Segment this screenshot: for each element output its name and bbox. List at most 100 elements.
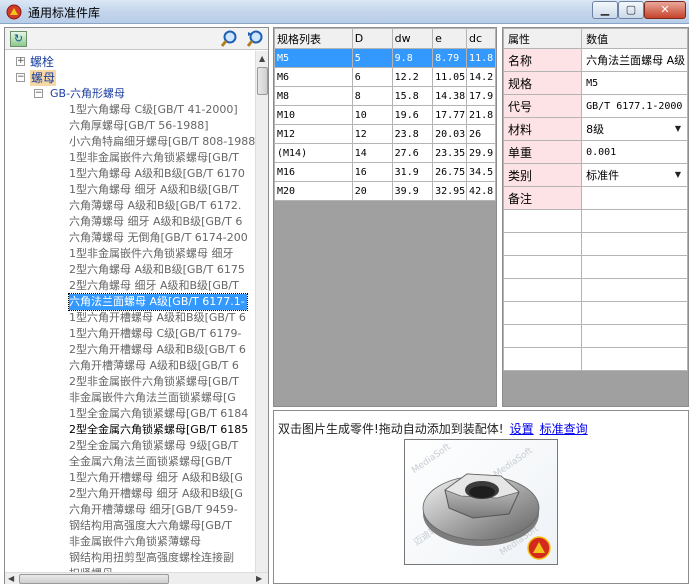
property-value[interactable]: 0.001 (581, 140, 688, 164)
spec-table: 规格列表 D dw e dc M5 5 9.8 8.79 11.8 M6 6 12.2 11.0… (274, 28, 496, 201)
property-value[interactable]: GB/T 6177.1-2000 (581, 94, 688, 118)
tree-leaf-item[interactable]: 钢结构用高强度大六角螺母[GB/T (5, 518, 255, 534)
property-row[interactable]: 材料 8级 ▼ (503, 117, 688, 141)
spec-row[interactable]: M5 5 9.8 8.79 11.8 (274, 48, 496, 68)
part-tree[interactable]: + 螺栓 − 螺母 − GB-六角形螺母 1型六角螺母 C级[GB/T 41-2… (5, 51, 255, 572)
preview-panel: 双击图片生成零件!拖动自动添加到装配体! 设置 标准查询 MediaSoft Med… (273, 410, 689, 584)
tree-vertical-scrollbar[interactable]: ▲ (255, 51, 268, 572)
spec-cell: M12 (274, 124, 353, 144)
minimize-button[interactable]: ▁ (592, 1, 618, 19)
standard-query-link[interactable]: 标准查询 (540, 422, 588, 436)
part-preview-image[interactable]: MediaSoft MediaSoft 迈迪软件 MediaSoft (404, 439, 558, 565)
scroll-thumb[interactable] (257, 67, 268, 95)
tree-leaf-item[interactable]: 1型非金属嵌件六角锁紧螺母 细牙 (5, 246, 255, 262)
tree-leaf-item[interactable]: 1型六角螺母 A级和B级[GB/T 6170 (5, 166, 255, 182)
tree-node-bolt[interactable]: + 螺栓 (5, 54, 255, 70)
tree-leaf-item[interactable]: 2型六角开槽螺母 细牙 A级和B级[G (5, 486, 255, 502)
tree-leaf-item[interactable]: 六角开槽薄螺母 A级和B级[GB/T 6 (5, 358, 255, 374)
tree-leaf-label: 2型全金属六角锁紧螺母 9级[GB/T (69, 439, 239, 452)
search-next-icon[interactable] (245, 29, 265, 49)
spec-cell: 42.8 (466, 181, 496, 201)
spec-row[interactable]: M16 16 31.9 26.75 34.5 (274, 162, 496, 182)
property-value[interactable] (581, 186, 688, 210)
scroll-left-icon[interactable]: ◀ (8, 574, 14, 583)
tree-leaf-item[interactable]: 1型六角螺母 细牙 A级和B级[GB/T (5, 182, 255, 198)
tree-leaf-item[interactable]: 1型六角螺母 C级[GB/T 41-2000] (5, 102, 255, 118)
collapse-minus-icon[interactable]: − (34, 89, 43, 98)
spec-row[interactable]: M12 12 23.8 20.03 26 (274, 124, 496, 144)
column-header[interactable]: dc (466, 28, 496, 49)
spec-cell: 29.9 (466, 143, 496, 163)
settings-link[interactable]: 设置 (510, 422, 534, 436)
scroll-up-icon[interactable]: ▲ (259, 54, 265, 63)
tree-leaf-item[interactable]: 六角法兰面螺母 A级[GB/T 6177.1- (5, 293, 255, 311)
spec-cell: (M14) (274, 143, 353, 163)
spec-cell: 39.9 (391, 181, 434, 201)
column-header[interactable]: 规格列表 (274, 28, 353, 49)
tree-node-nut[interactable]: − 螺母 (5, 70, 255, 86)
tree-leaf-item[interactable]: 2型六角螺母 细牙 A级和B级[GB/T (5, 278, 255, 294)
tree-leaf-item[interactable]: 六角开槽薄螺母 细牙[GB/T 9459- (5, 502, 255, 518)
spec-row[interactable]: M6 6 12.2 11.05 14.2 (274, 67, 496, 87)
property-row[interactable]: 单重 0.001 (503, 140, 688, 164)
dropdown-arrow-icon[interactable]: ▼ (672, 123, 684, 135)
tree-leaf-item[interactable]: 2型全金属六角锁紧螺母 9级[GB/T (5, 438, 255, 454)
tree-leaf-item[interactable]: 1型六角开槽螺母 C级[GB/T 6179- (5, 326, 255, 342)
tree-leaf-item[interactable]: 1型六角开槽螺母 细牙 A级和B级[G (5, 470, 255, 486)
property-row[interactable]: 备注 (503, 186, 688, 210)
tree-leaf-item[interactable]: 2型非金属嵌件六角锁紧螺母[GB/T (5, 374, 255, 390)
property-row[interactable]: 类别 标准件 ▼ (503, 163, 688, 187)
property-value-text: 标准件 (586, 169, 620, 182)
tree-horizontal-scrollbar[interactable]: ◀ ▶ (5, 572, 268, 584)
column-header[interactable]: e (432, 28, 468, 49)
expand-plus-icon[interactable]: + (16, 57, 25, 66)
tree-leaf-item[interactable]: 非金属嵌件六角法兰面锁紧螺母[G (5, 390, 255, 406)
property-value[interactable]: M5 (581, 71, 688, 95)
collapse-minus-icon[interactable]: − (16, 73, 25, 82)
tree-leaf-label: 1型六角开槽螺母 细牙 A级和B级[G (69, 471, 243, 484)
spec-cell: 9.8 (391, 48, 434, 68)
scroll-right-icon[interactable]: ▶ (256, 574, 262, 583)
spec-header-row: 规格列表 D dw e dc (274, 28, 496, 49)
tree-leaf-item[interactable]: 2型六角螺母 A级和B级[GB/T 6175 (5, 262, 255, 278)
property-row[interactable]: 代号 GB/T 6177.1-2000 (503, 94, 688, 118)
empty-cell (581, 232, 688, 256)
spec-row[interactable]: (M14) 14 27.6 23.35 29.9 (274, 143, 496, 163)
property-value[interactable]: 标准件 ▼ (581, 163, 688, 187)
scroll-thumb[interactable] (19, 574, 169, 584)
tree-toolbar: ↻ (5, 28, 268, 50)
refresh-button[interactable]: ↻ (10, 31, 27, 47)
spec-row[interactable]: M20 20 39.9 32.95 42.8 (274, 181, 496, 201)
tree-leaf-item[interactable]: 六角薄螺母 A级和B级[GB/T 6172. (5, 198, 255, 214)
property-value[interactable]: 六角法兰面螺母 A级 (581, 48, 688, 72)
spec-row[interactable]: M8 8 15.8 14.38 17.9 (274, 86, 496, 106)
tree-leaf-item[interactable]: 1型全金属六角锁紧螺母[GB/T 6184 (5, 406, 255, 422)
spec-row[interactable]: M10 10 19.6 17.77 21.8 (274, 105, 496, 125)
brand-logo-icon (527, 536, 551, 560)
title-bar[interactable]: 通用标准件库 ▁ ▢ ✕ (0, 0, 689, 24)
property-row[interactable]: 名称 六角法兰面螺母 A级 (503, 48, 688, 72)
tree-leaf-item[interactable]: 六角薄螺母 无倒角[GB/T 6174-200 (5, 230, 255, 246)
tree-leaf-item[interactable]: 2型全金属六角锁紧螺母[GB/T 6185 (5, 422, 255, 438)
tree-leaf-item[interactable]: 六角厚螺母[GB/T 56-1988] (5, 118, 255, 134)
tree-leaf-item[interactable]: 钢结构用扭剪型高强度螺栓连接副 (5, 550, 255, 566)
column-header[interactable]: dw (391, 28, 434, 49)
tree-leaf-item[interactable]: 2型六角开槽螺母 A级和B级[GB/T 6 (5, 342, 255, 358)
close-button[interactable]: ✕ (644, 1, 686, 19)
tree-leaf-item[interactable]: 1型非金属嵌件六角锁紧螺母[GB/T (5, 150, 255, 166)
dropdown-arrow-icon[interactable]: ▼ (672, 169, 684, 181)
tree-leaf-item[interactable]: 六角薄螺母 细牙 A级和B级[GB/T 6 (5, 214, 255, 230)
maximize-button[interactable]: ▢ (618, 1, 644, 19)
tree-leaf-item[interactable]: 小六角特扁细牙螺母[GB/T 808-1988] (5, 134, 255, 150)
tree-leaf-item[interactable]: 全金属六角法兰面锁紧螺母[GB/T (5, 454, 255, 470)
tree-node-gb-hex-nut[interactable]: − GB-六角形螺母 (5, 86, 255, 102)
tree-leaf-item[interactable]: 1型六角开槽螺母 A级和B级[GB/T 6 (5, 310, 255, 326)
property-value-text: M5 (586, 77, 599, 89)
search-icon[interactable] (220, 29, 240, 49)
property-row[interactable]: 规格 M5 (503, 71, 688, 95)
column-header[interactable]: D (351, 28, 393, 49)
spec-cell: 10 (351, 105, 393, 125)
property-value[interactable]: 8级 ▼ (581, 117, 688, 141)
spec-cell: M6 (274, 67, 353, 87)
tree-leaf-item[interactable]: 非金属嵌件六角锁紧薄螺母 (5, 534, 255, 550)
